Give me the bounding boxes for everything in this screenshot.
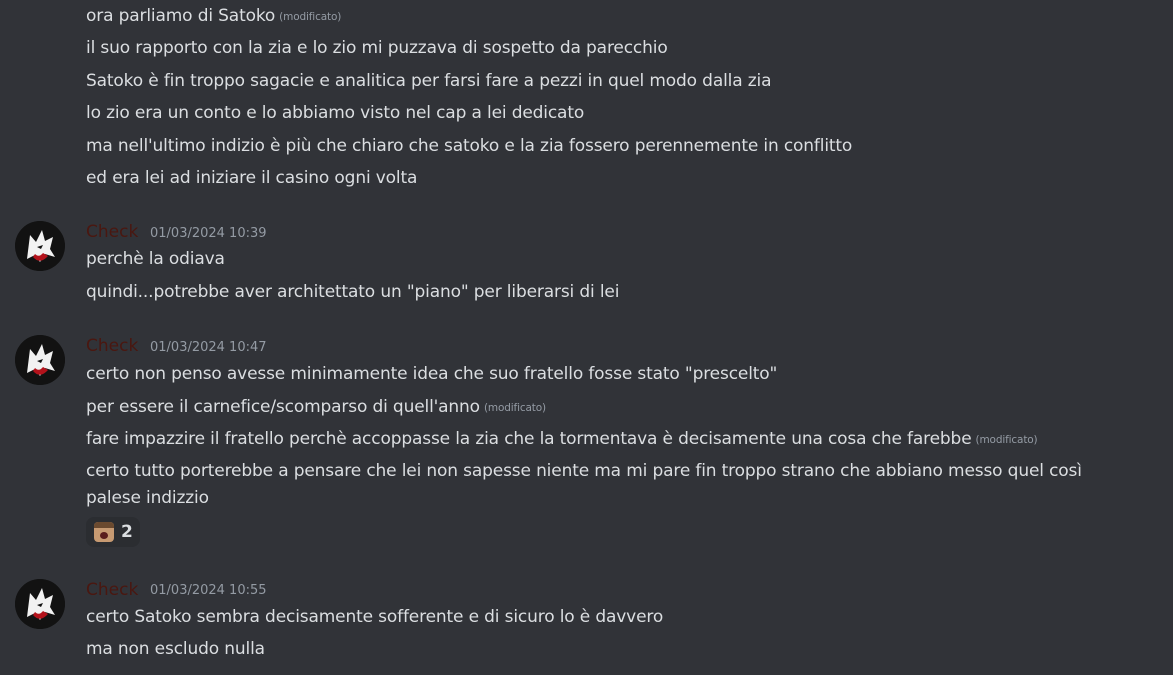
message-line: lo zio era un conto e lo abbiamo visto n… <box>86 103 585 123</box>
message-timestamp: 01/03/2024 10:55 <box>150 583 267 598</box>
message-line: palese indizzio <box>86 488 209 508</box>
wolf-logo-icon <box>15 335 65 385</box>
chat-messages: ora parliamo di Satoko (modificato) il su… <box>0 0 1173 675</box>
wolf-logo-icon <box>15 579 65 629</box>
edited-tag: (modificato) <box>279 11 342 23</box>
message-timestamp: 01/03/2024 10:47 <box>150 340 267 355</box>
message-author[interactable]: Check <box>86 335 138 357</box>
message-line: certo non penso avesse minimamente idea … <box>86 364 778 384</box>
message-line: certo tutto porterebbe a pensare che lei… <box>86 461 1082 481</box>
face-emoji-icon <box>94 522 114 542</box>
avatar[interactable] <box>15 221 65 271</box>
message-line: certo Satoko sembra decisamente sofferen… <box>86 607 664 627</box>
edited-tag: (modificato) <box>975 434 1038 446</box>
message-line: fare impazzire il fratello perchè accopp… <box>86 429 1038 449</box>
wolf-logo-icon <box>15 221 65 271</box>
message-author[interactable]: Check <box>86 221 138 243</box>
message-author[interactable]: Check <box>86 579 138 601</box>
message-line: Satoko è fin troppo sagacie e analitica … <box>86 71 772 91</box>
message-line: ed era lei ad iniziare il casino ogni vo… <box>86 168 418 188</box>
reaction-button[interactable]: 2 <box>86 517 140 547</box>
message-line: ma nell'ultimo indizio è più che chiaro … <box>86 136 853 156</box>
reaction-count: 2 <box>121 522 133 542</box>
avatar[interactable] <box>15 335 65 385</box>
edited-tag: (modificato) <box>483 402 546 414</box>
message-line: quindi...potrebbe aver architettato un "… <box>86 282 620 302</box>
message-line: perchè la odiava <box>86 249 225 269</box>
message-line: ma non escludo nulla <box>86 639 265 659</box>
message-line: per essere il carnefice/scomparso di que… <box>86 397 546 417</box>
message-timestamp: 01/03/2024 10:39 <box>150 226 267 241</box>
message-line: il suo rapporto con la zia e lo zio mi p… <box>86 38 668 58</box>
message-line: ora parliamo di Satoko (modificato) <box>86 6 342 26</box>
avatar[interactable] <box>15 579 65 629</box>
